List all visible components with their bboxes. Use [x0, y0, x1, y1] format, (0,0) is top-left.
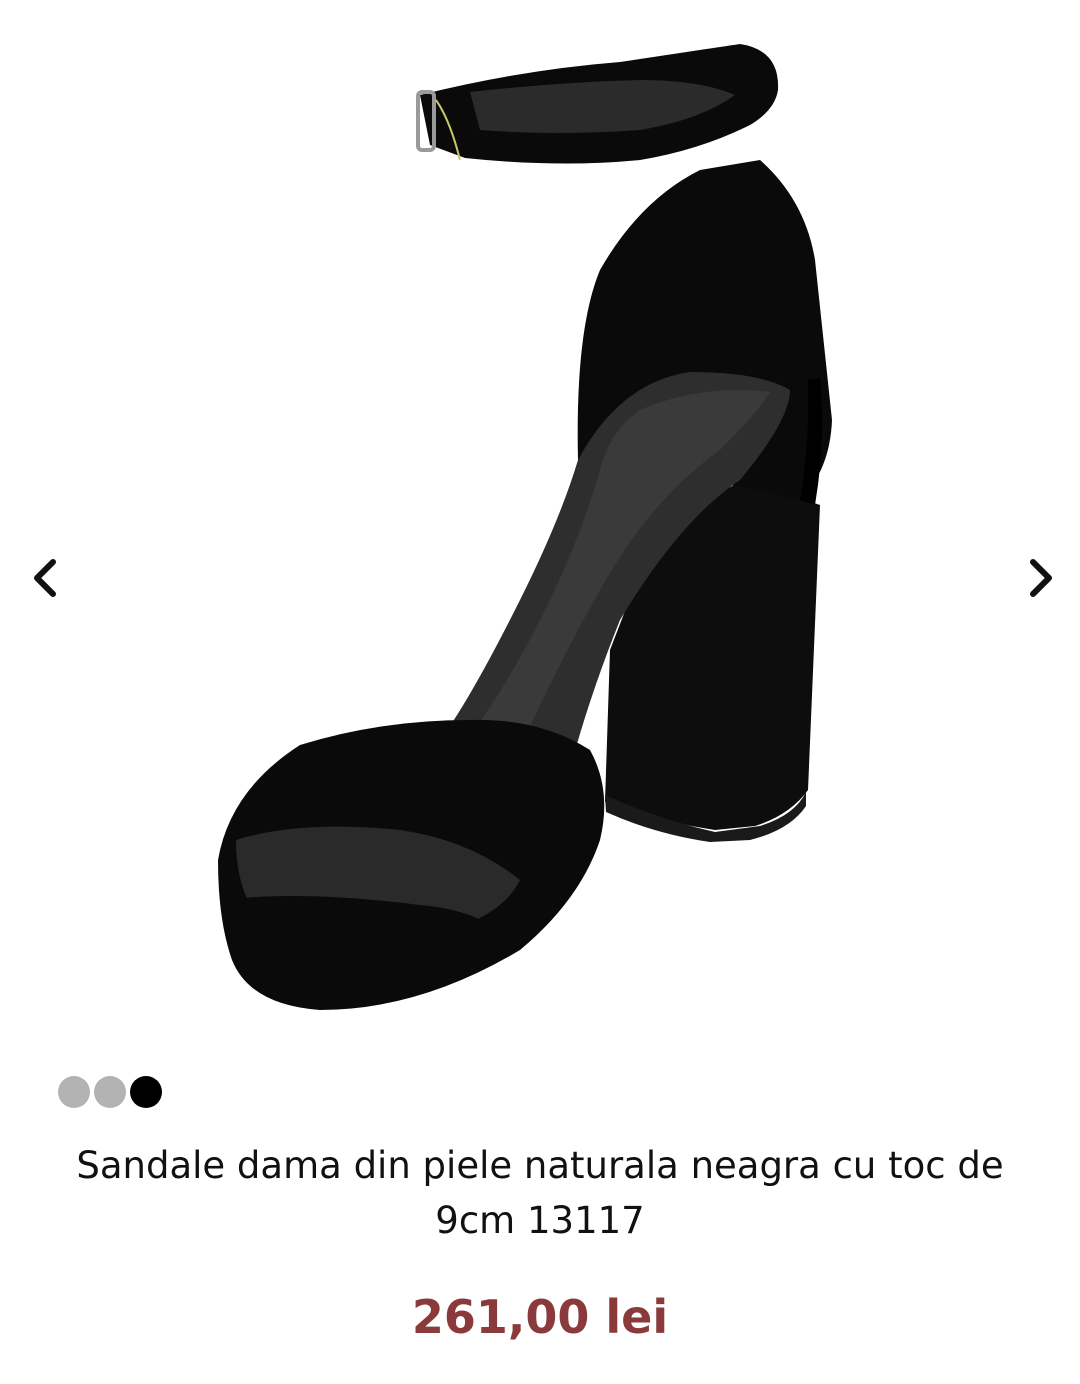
chevron-right-icon [1030, 559, 1052, 597]
product-image[interactable] [0, 0, 1080, 1060]
pagination-dot[interactable] [94, 1076, 126, 1108]
product-price: 261,00 lei [411, 1290, 669, 1344]
next-image-button[interactable] [1010, 548, 1070, 608]
pagination-dot[interactable] [130, 1076, 162, 1108]
image-pagination-dots [58, 1076, 162, 1108]
previous-image-button[interactable] [16, 548, 76, 608]
pagination-dot[interactable] [58, 1076, 90, 1108]
product-title: Sandale dama din piele naturala neagra c… [76, 1144, 1004, 1242]
chevron-left-icon [34, 559, 56, 597]
product-gallery [0, 0, 1080, 1060]
